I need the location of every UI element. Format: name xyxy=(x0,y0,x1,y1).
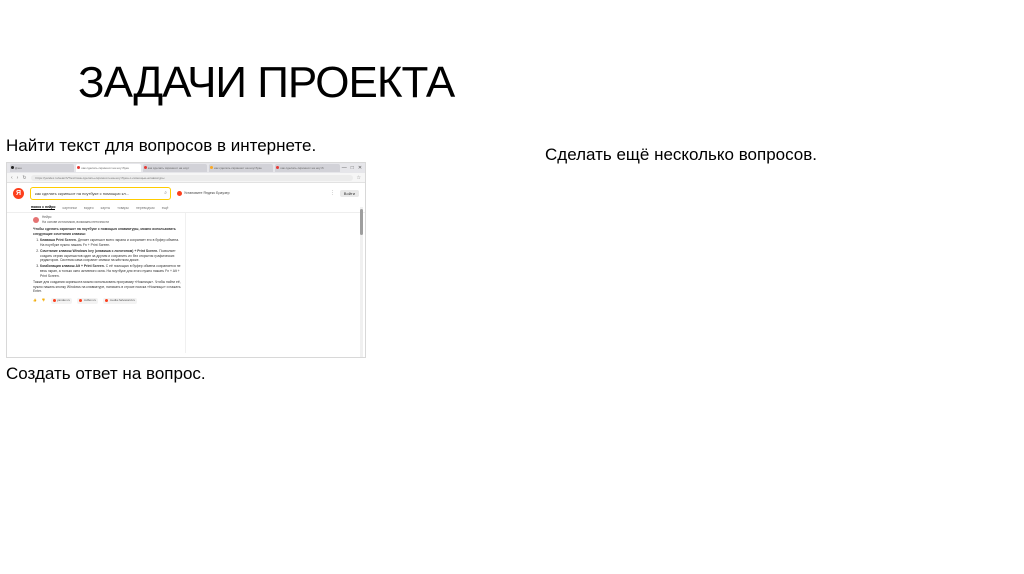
browser-tab: как сделать скриншот на ноут xyxy=(142,164,208,172)
reload-icon: ↻ xyxy=(22,174,27,181)
list-item-title: Сочетание клавиш Windows key (клавиша с … xyxy=(40,249,159,254)
browser-tab: как сделать скриншот на ноутбуке xyxy=(76,164,141,172)
source-chip: yandex.ru xyxy=(50,297,73,304)
service-tab: карты xyxy=(100,205,111,210)
forward-icon: › xyxy=(16,174,19,181)
source-chip: mdbox.ru xyxy=(77,297,99,304)
service-tab: видео xyxy=(83,205,94,210)
service-tab: переводчик xyxy=(135,205,155,210)
minimize-icon: — xyxy=(341,165,347,171)
neuro-answer: Нейро На основе источников, возможны нет… xyxy=(33,215,181,304)
service-tab: картинки xyxy=(62,205,77,210)
back-icon: ‹ xyxy=(11,174,13,181)
column-divider xyxy=(185,213,186,353)
window-controls: — □ ✕ xyxy=(342,165,362,171)
browser-promo: Установите Яндекс Браузер xyxy=(177,190,230,196)
header-actions: ⋮ Войти xyxy=(329,189,359,197)
login-button: Войти xyxy=(339,189,359,197)
service-tabs: поиск с нейро картинки видео карты товар… xyxy=(7,203,365,213)
close-icon: ✕ xyxy=(357,165,363,171)
task-find-text: Найти текст для вопросов в интернете. xyxy=(6,136,317,155)
yandex-logo: Я xyxy=(13,187,24,199)
answer-source-header: Нейро На основе источников, возможны нет… xyxy=(33,215,181,224)
search-icon: ⌕ xyxy=(164,189,167,196)
scrollbar xyxy=(360,207,363,357)
list-item: Клавиша Print Screen. Делает скриншот вс… xyxy=(40,238,181,247)
list-item: Сочетание клавиш Windows key (клавиша с … xyxy=(40,249,181,263)
browser-tab: Дзен xyxy=(10,164,75,172)
like-icon: 👍 xyxy=(33,298,37,303)
list-item-title: Клавиша Print Screen. xyxy=(40,238,77,243)
search-query: как сделать скриншот на ноутбуке с помощ… xyxy=(35,190,130,196)
service-tab: товары xyxy=(117,205,129,210)
answer-list: Клавиша Print Screen. Делает скриншот вс… xyxy=(33,238,181,278)
source-label: media.halvacard.ru xyxy=(109,298,136,303)
search-row: Я как сделать скриншот на ноутбуке с пом… xyxy=(7,183,365,203)
list-item: Комбинация клавиш Alt + Print Screen. С … xyxy=(40,264,181,278)
answer-intro: Чтобы сделать скриншот на ноутбуке с пом… xyxy=(33,227,176,236)
promo-label: Установите Яндекс Браузер xyxy=(184,191,230,195)
task-create-answer: Создать ответ на вопрос. xyxy=(6,364,206,383)
browser-screenshot: Дзен как сделать скриншот на ноутбуке ка… xyxy=(6,162,366,358)
browser-tab-bar: Дзен как сделать скриншот на ноутбуке ка… xyxy=(7,163,365,173)
star-icon: ☆ xyxy=(356,174,361,181)
answer-source-name: Нейро xyxy=(42,215,52,219)
search-input: как сделать скриншот на ноутбуке с помощ… xyxy=(30,186,171,200)
answer-outro: Также для создания скриншота можно испол… xyxy=(33,280,181,294)
service-tab: поиск с нейро xyxy=(31,205,56,210)
url-field: https://yandex.ru/search/?text=как+сдела… xyxy=(30,174,353,181)
service-tab: ещё xyxy=(161,205,169,210)
browser-tab: как сделать скриншот на ноутб xyxy=(275,164,340,172)
browser-tab: как сделать скриншот на ноутбуке xyxy=(209,164,274,172)
answer-source-sub: На основе источников, возможны неточност… xyxy=(42,219,109,224)
source-chip: media.halvacard.ru xyxy=(103,297,138,304)
source-label: yandex.ru xyxy=(57,298,71,303)
address-bar: ‹ › ↻ https://yandex.ru/search/?text=как… xyxy=(7,173,365,183)
answer-sources: 👍 👎 yandex.ru mdbox.ru media.halvacard.r… xyxy=(33,297,181,304)
source-label: mdbox.ru xyxy=(83,298,97,303)
scrollbar-thumb xyxy=(360,209,363,235)
neuro-avatar xyxy=(33,216,39,223)
task-more-questions: Сделать ещё несколько вопросов. xyxy=(545,145,818,164)
apps-icon: ⋮ xyxy=(329,190,335,196)
maximize-icon: □ xyxy=(350,165,354,171)
yandex-browser-icon xyxy=(177,190,182,196)
dislike-icon: 👎 xyxy=(41,298,46,303)
list-item-title: Комбинация клавиш Alt + Print Screen. xyxy=(40,264,105,269)
slide-title: ЗАДАЧИ ПРОЕКТА xyxy=(78,58,455,107)
